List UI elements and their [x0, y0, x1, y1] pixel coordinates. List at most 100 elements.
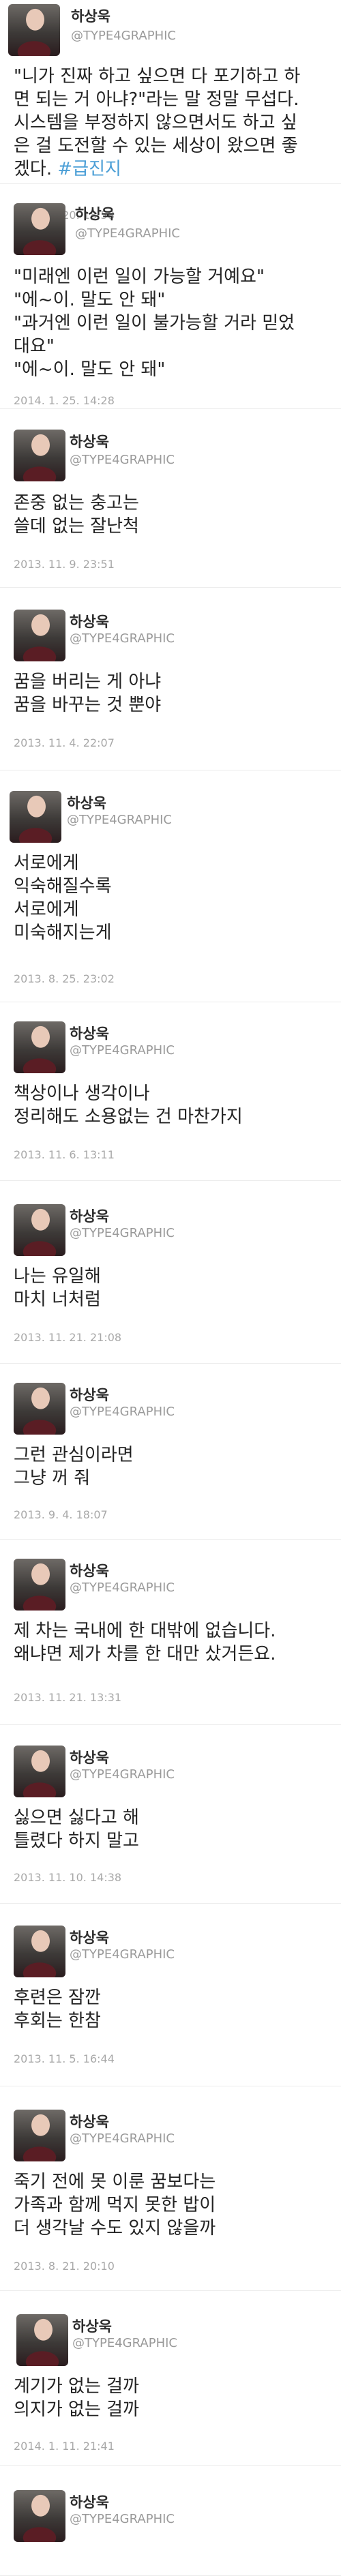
- tweet-text-line: 면 되는 거 아냐?"라는 말 정말 무섭다.: [14, 89, 299, 110]
- author-name[interactable]: 하상욱: [71, 8, 110, 25]
- author-handle[interactable]: @TYPE4GRAPHIC: [70, 2131, 175, 2146]
- author-name[interactable]: 하상욱: [70, 2494, 109, 2511]
- author-handle[interactable]: @TYPE4GRAPHIC: [70, 453, 175, 468]
- author-name[interactable]: 하상욱: [72, 2318, 112, 2335]
- author-handle[interactable]: @TYPE4GRAPHIC: [70, 1405, 175, 1420]
- avatar[interactable]: [14, 1746, 65, 1797]
- tweet-text-line: 익숙해질수록: [14, 876, 112, 897]
- tweet-text-line: "과거엔 이런 일이 불가능할 거라 믿었: [14, 313, 295, 333]
- tweet-timestamp[interactable]: 2013. 8. 25. 23:02: [14, 972, 115, 986]
- tweet-card[interactable]: 하상욱 @TYPE4GRAPHIC 꿈을 버리는 게 아냐 꿈을 바꾸는 것 뿐야 20…: [0, 588, 341, 770]
- tweet-text-line: 나는 유일해: [14, 1266, 101, 1287]
- tweet-text-line: 계기가 없는 걸까: [14, 2376, 139, 2397]
- tweet-card[interactable]: 하상욱 @TYPE4GRAPHIC 그런 관심이라면 그냥 꺼 줘 2013. 9. 4…: [0, 1364, 341, 1540]
- author-name[interactable]: 하상욱: [70, 1208, 109, 1225]
- tweet-text-line: 의지가 없는 걸까: [14, 2399, 139, 2420]
- tweet-text-line: "에~이. 말도 안 돼": [14, 359, 166, 380]
- tweet-timestamp[interactable]: 2014. 1. 25. 14:28: [14, 394, 115, 408]
- author-name[interactable]: 하상욱: [70, 1387, 109, 1403]
- tweet-timestamp[interactable]: 2013. 8. 21. 20:10: [14, 2260, 115, 2273]
- author-name[interactable]: 하상욱: [67, 795, 106, 811]
- avatar[interactable]: [10, 791, 61, 843]
- tweet-timestamp[interactable]: 2013. 9. 4. 18:07: [14, 1508, 108, 1522]
- author-handle[interactable]: @TYPE4GRAPHIC: [70, 1947, 175, 1962]
- avatar[interactable]: [14, 430, 65, 481]
- tweet-text-line: 서로에게: [14, 853, 79, 873]
- author-name[interactable]: 하상욱: [70, 1563, 109, 1579]
- tweet-card[interactable]: 하상욱 @TYPE4GRAPHIC "니가 진짜 하고 싶으면 다 포기하고 하면 …: [0, 0, 341, 222]
- tweet-timestamp[interactable]: 2014. 1. 11. 21:41: [14, 2440, 115, 2453]
- avatar[interactable]: [14, 1204, 65, 1256]
- author-handle[interactable]: @TYPE4GRAPHIC: [67, 813, 172, 828]
- tweet-card[interactable]: 하상욱 @TYPE4GRAPHIC 후련은 잠깐후회는 한참 2013. 11. 5.…: [0, 1904, 341, 2086]
- tweet-text-line: 겠다. #급진지: [14, 158, 121, 180]
- avatar[interactable]: [14, 610, 65, 661]
- author-handle[interactable]: @TYPE4GRAPHIC: [70, 631, 175, 646]
- tweet-timestamp[interactable]: 2013. 11. 4. 22:07: [14, 736, 115, 750]
- avatar[interactable]: [14, 1383, 65, 1435]
- author-name[interactable]: 하상욱: [70, 1025, 109, 1042]
- tweet-text-line: 후회는 한참: [14, 2011, 101, 2031]
- avatar[interactable]: [14, 1021, 65, 1073]
- tweet-text-line: "에~이. 말도 안 돼": [14, 290, 166, 310]
- tweet-text-line: 죽기 전에 못 이룬 꿈보다는: [14, 2172, 216, 2192]
- tweet-timestamp[interactable]: 2013. 11. 9. 23:51: [14, 558, 115, 571]
- author-handle[interactable]: @TYPE4GRAPHIC: [71, 29, 176, 44]
- tweet-text-line: 쓸데 없는 잘난척: [14, 516, 139, 537]
- tweet-text-line: 싫으면 싫다고 해: [14, 1808, 139, 1828]
- tweet-card[interactable]: 하상욱 @TYPE4GRAPHIC 나는 유일해 마치 너처럼 2013. 11. 21…: [0, 1181, 341, 1364]
- tweet-feed: 하상욱 @TYPE4GRAPHIC "니가 진짜 하고 싶으면 다 포기하고 하면 …: [0, 0, 341, 2576]
- tweet-text-line: 꿈을 버리는 게 아냐: [14, 672, 162, 692]
- tweet-text-line: 마치 너처럼: [14, 1289, 101, 1310]
- tweet-text-line: 미숙해지는게: [14, 923, 112, 943]
- tweet-text-line: 정리해도 소용없는 건 마찬가지: [14, 1107, 243, 1127]
- author-name[interactable]: 하상욱: [70, 434, 109, 450]
- tweet-card[interactable]: 하상욱 @TYPE4GRAPHIC: [0, 2466, 341, 2576]
- hashtag-link[interactable]: #급진지: [57, 159, 121, 179]
- avatar[interactable]: [14, 1559, 65, 1611]
- tweet-timestamp[interactable]: 2013. 11. 21. 21:08: [14, 1331, 121, 1345]
- tweet-timestamp[interactable]: 2013. 11. 6. 13:11: [14, 1148, 115, 1162]
- tweet-text-line: 대요": [14, 336, 55, 357]
- tweet-card[interactable]: 하상욱 @TYPE4GRAPHIC 서로에게 익숙해질수록 서로에게 미숙해지는게 2013…: [0, 770, 341, 1002]
- tweet-card[interactable]: 하상욱 @TYPE4GRAPHIC 죽기 전에 못 이룬 꿈보다는가족과 함께 먹지…: [0, 2086, 341, 2291]
- author-handle[interactable]: @TYPE4GRAPHIC: [75, 226, 180, 241]
- tweet-card[interactable]: 하상욱 @TYPE4GRAPHIC 존중 없는 충고는쓸데 없는 잘난척 2013. …: [0, 409, 341, 588]
- tweet-text-line: 존중 없는 충고는: [14, 493, 139, 513]
- tweet-text-line: 책상이나 생각이나: [14, 1083, 150, 1104]
- avatar[interactable]: [8, 4, 60, 56]
- author-handle[interactable]: @TYPE4GRAPHIC: [70, 1581, 175, 1596]
- author-handle[interactable]: @TYPE4GRAPHIC: [70, 1043, 175, 1058]
- tweet-text-line: "니가 진짜 하고 싶으면 다 포기하고 하: [14, 66, 301, 87]
- author-handle[interactable]: @TYPE4GRAPHIC: [70, 2512, 175, 2527]
- author-name[interactable]: 하상욱: [70, 614, 109, 630]
- tweet-timestamp[interactable]: 2013. 11. 5. 16:44: [14, 2052, 115, 2066]
- tweet-text-line: 서로에게: [14, 899, 79, 920]
- avatar[interactable]: [14, 203, 65, 255]
- avatar[interactable]: [14, 2490, 65, 2542]
- tweet-card[interactable]: 하상욱 @TYPE4GRAPHIC 싫으면 싫다고 해틀렸다 하지 말고 2013. …: [0, 1725, 341, 1904]
- author-name[interactable]: 하상욱: [70, 1930, 109, 1946]
- tweet-timestamp[interactable]: 2013. 11. 10. 14:38: [14, 1871, 121, 1885]
- avatar[interactable]: [16, 2314, 68, 2366]
- tweet-text-fragment: 겠다.: [14, 159, 58, 179]
- tweet-card[interactable]: 하상욱 @TYPE4GRAPHIC 책상이나 생각이나정리해도 소용없는 건 마찬가…: [0, 1002, 341, 1181]
- avatar[interactable]: [14, 2110, 65, 2161]
- author-handle[interactable]: @TYPE4GRAPHIC: [70, 1767, 175, 1782]
- author-handle[interactable]: @TYPE4GRAPHIC: [72, 2336, 177, 2351]
- author-name[interactable]: 하상욱: [75, 206, 115, 222]
- tweet-text-line: "미래엔 이런 일이 가능할 거예요": [14, 267, 265, 287]
- author-name[interactable]: 하상욱: [70, 2114, 109, 2130]
- tweet-text-line: 틀렸다 하지 말고: [14, 1831, 139, 1851]
- tweet-card[interactable]: 하상욱 @TYPE4GRAPHIC 계기가 없는 걸까 의지가 없는 걸까 2014. …: [0, 2291, 341, 2466]
- tweet-card[interactable]: 하상욱 @TYPE4GRAPHIC 제 차는 국내에 한 대밖에 없습니다. 왜냐면 …: [0, 1540, 341, 1725]
- tweet-text-line: 제 차는 국내에 한 대밖에 없습니다.: [14, 1621, 276, 1641]
- tweet-timestamp[interactable]: 2013. 11. 21. 13:31: [14, 1691, 121, 1705]
- avatar[interactable]: [14, 1926, 65, 1977]
- tweet-text-line: 후련은 잠깐: [14, 1988, 101, 2008]
- tweet-card[interactable]: 하상욱 @TYPE4GRAPHIC "미래엔 이런 일이 가능할 거예요" "에~이.…: [0, 184, 341, 409]
- tweet-text-line: 시스템을 부정하지 않으면서도 하고 싶: [14, 113, 297, 133]
- tweet-text-line: 가족과 함께 먹지 못한 밥이: [14, 2195, 216, 2215]
- author-handle[interactable]: @TYPE4GRAPHIC: [70, 1226, 175, 1241]
- author-name[interactable]: 하상욱: [70, 1750, 109, 1766]
